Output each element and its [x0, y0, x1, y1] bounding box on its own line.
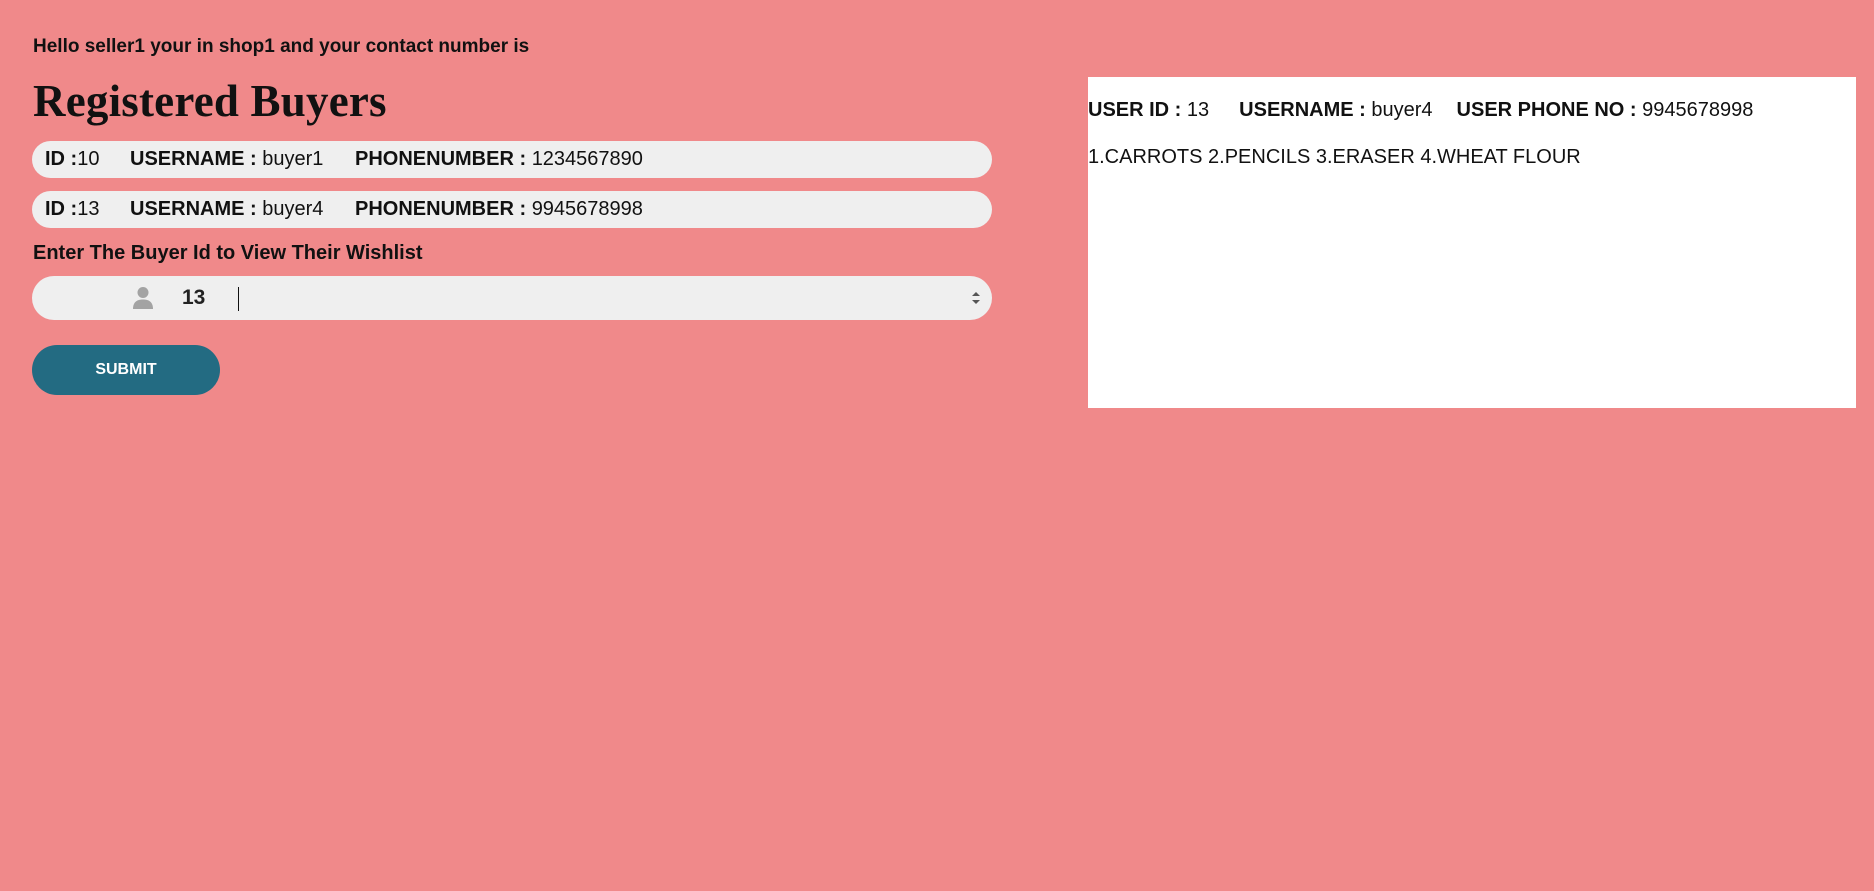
wishlist-phone-value: 9945678998	[1642, 99, 1754, 121]
wishlist-phone-label: USER PHONE NO :	[1456, 99, 1637, 121]
buyer-username-label: USERNAME :	[130, 148, 257, 170]
buyer-username-label: USERNAME :	[130, 198, 257, 220]
buyer-phone-value: 1234567890	[531, 148, 643, 170]
buyer-id-label: ID :	[45, 148, 78, 170]
buyer-row: ID :10 USERNAME : buyer1 PHONENUMBER : 1…	[32, 141, 992, 178]
text-caret	[238, 287, 239, 311]
buyer-id-input-container[interactable]	[32, 276, 992, 320]
buyer-phone-label: PHONENUMBER :	[355, 198, 527, 220]
buyer-phone-value: 9945678998	[531, 198, 643, 220]
submit-button[interactable]: SUBMIT	[32, 345, 220, 395]
buyer-username-value: buyer4	[262, 198, 324, 220]
wishlist-items: 1.CARROTS 2.PENCILS 3.ERASER 4.WHEAT FLO…	[1088, 146, 1581, 168]
buyer-row: ID :13 USERNAME : buyer4 PHONENUMBER : 9…	[32, 191, 992, 228]
page-title: Registered Buyers	[33, 76, 387, 126]
wishlist-panel: USER ID : 13 USERNAME : buyer4 USER PHONE …	[1088, 77, 1856, 408]
buyer-id-value: 13	[77, 198, 100, 220]
buyer-username-value: buyer1	[262, 148, 324, 170]
buyer-id-field: ID :10	[45, 148, 130, 171]
buyer-id-value: 10	[77, 148, 100, 170]
wishlist-user-info: USER ID : 13 USERNAME : buyer4 USER PHONE …	[1088, 99, 1753, 122]
buyer-id-label: ID :	[45, 198, 78, 220]
wishlist-user-id-label: USER ID :	[1088, 99, 1182, 121]
buyer-username-field: USERNAME : buyer1	[130, 148, 355, 171]
number-spinner[interactable]	[970, 288, 982, 308]
buyer-id-field: ID :13	[45, 198, 130, 221]
greeting-text: Hello seller1 your in shop1 and your con…	[33, 36, 530, 57]
buyer-phone-field: PHONENUMBER : 1234567890	[355, 148, 643, 171]
buyer-username-field: USERNAME : buyer4	[130, 198, 355, 221]
wishlist-username-value: buyer4	[1371, 99, 1433, 121]
wishlist-prompt: Enter The Buyer Id to View Their Wishlis…	[33, 242, 423, 264]
buyer-id-input[interactable]	[150, 282, 952, 314]
wishlist-user-id-value: 13	[1186, 99, 1210, 121]
wishlist-username-label: USERNAME :	[1239, 99, 1366, 121]
buyer-phone-field: PHONENUMBER : 9945678998	[355, 198, 643, 221]
buyer-phone-label: PHONENUMBER :	[355, 148, 527, 170]
